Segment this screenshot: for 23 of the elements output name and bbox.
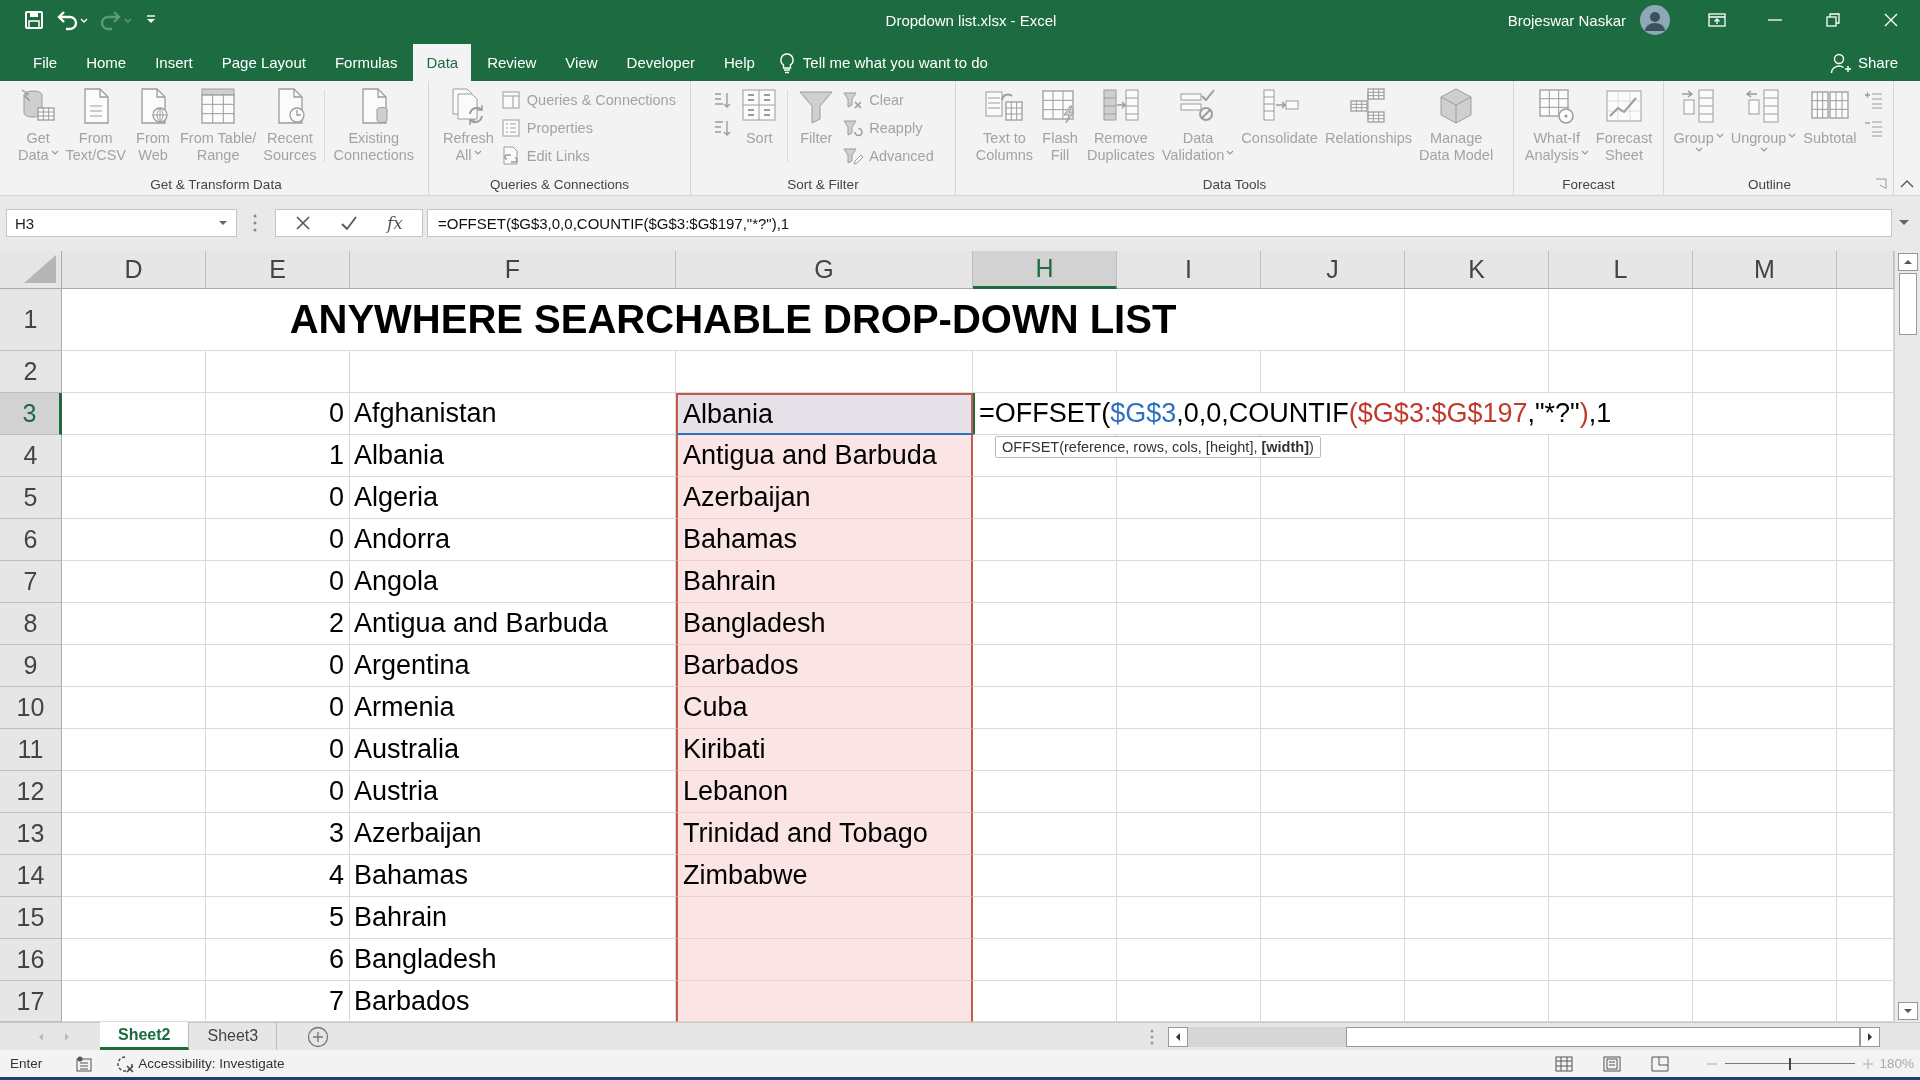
result-cell: Bahamas <box>676 519 973 561</box>
window-title: Dropdown list.xlsx - Excel <box>885 11 1057 29</box>
result-cell: Antigua and Barbuda <box>676 435 973 477</box>
result-cell: Kiribati <box>676 729 973 771</box>
result-cell: Barbados <box>676 645 973 687</box>
group-label: Data Tools <box>1201 176 1268 192</box>
result-cell: Lebanon <box>676 771 973 813</box>
result-cell: Bahrain <box>676 561 973 603</box>
result-cell: Zimbabwe <box>676 855 973 897</box>
mode-indicator: Enter <box>10 1056 43 1071</box>
result-cell: Trinidad and Tobago <box>676 813 973 855</box>
group-label: Outline <box>1747 176 1792 192</box>
sheet-title: ANYWHERE SEARCHABLE DROP-DOWN LIST <box>62 289 1405 351</box>
group-label: Get & Transform Data <box>149 176 283 192</box>
function-tooltip: OFFSET(reference, rows, cols, [height], [width]) <box>995 436 1321 458</box>
group-label: Queries & Connections <box>489 176 630 192</box>
result-cell: Albania <box>676 393 973 435</box>
group-label: Forecast <box>1561 176 1616 192</box>
result-cell: Cuba <box>676 687 973 729</box>
user-name: Brojeswar Naskar <box>1507 11 1626 29</box>
result-cell: Bangladesh <box>676 603 973 645</box>
result-cell: Azerbaijan <box>676 477 973 519</box>
group-label: Sort & Filter <box>786 176 860 192</box>
